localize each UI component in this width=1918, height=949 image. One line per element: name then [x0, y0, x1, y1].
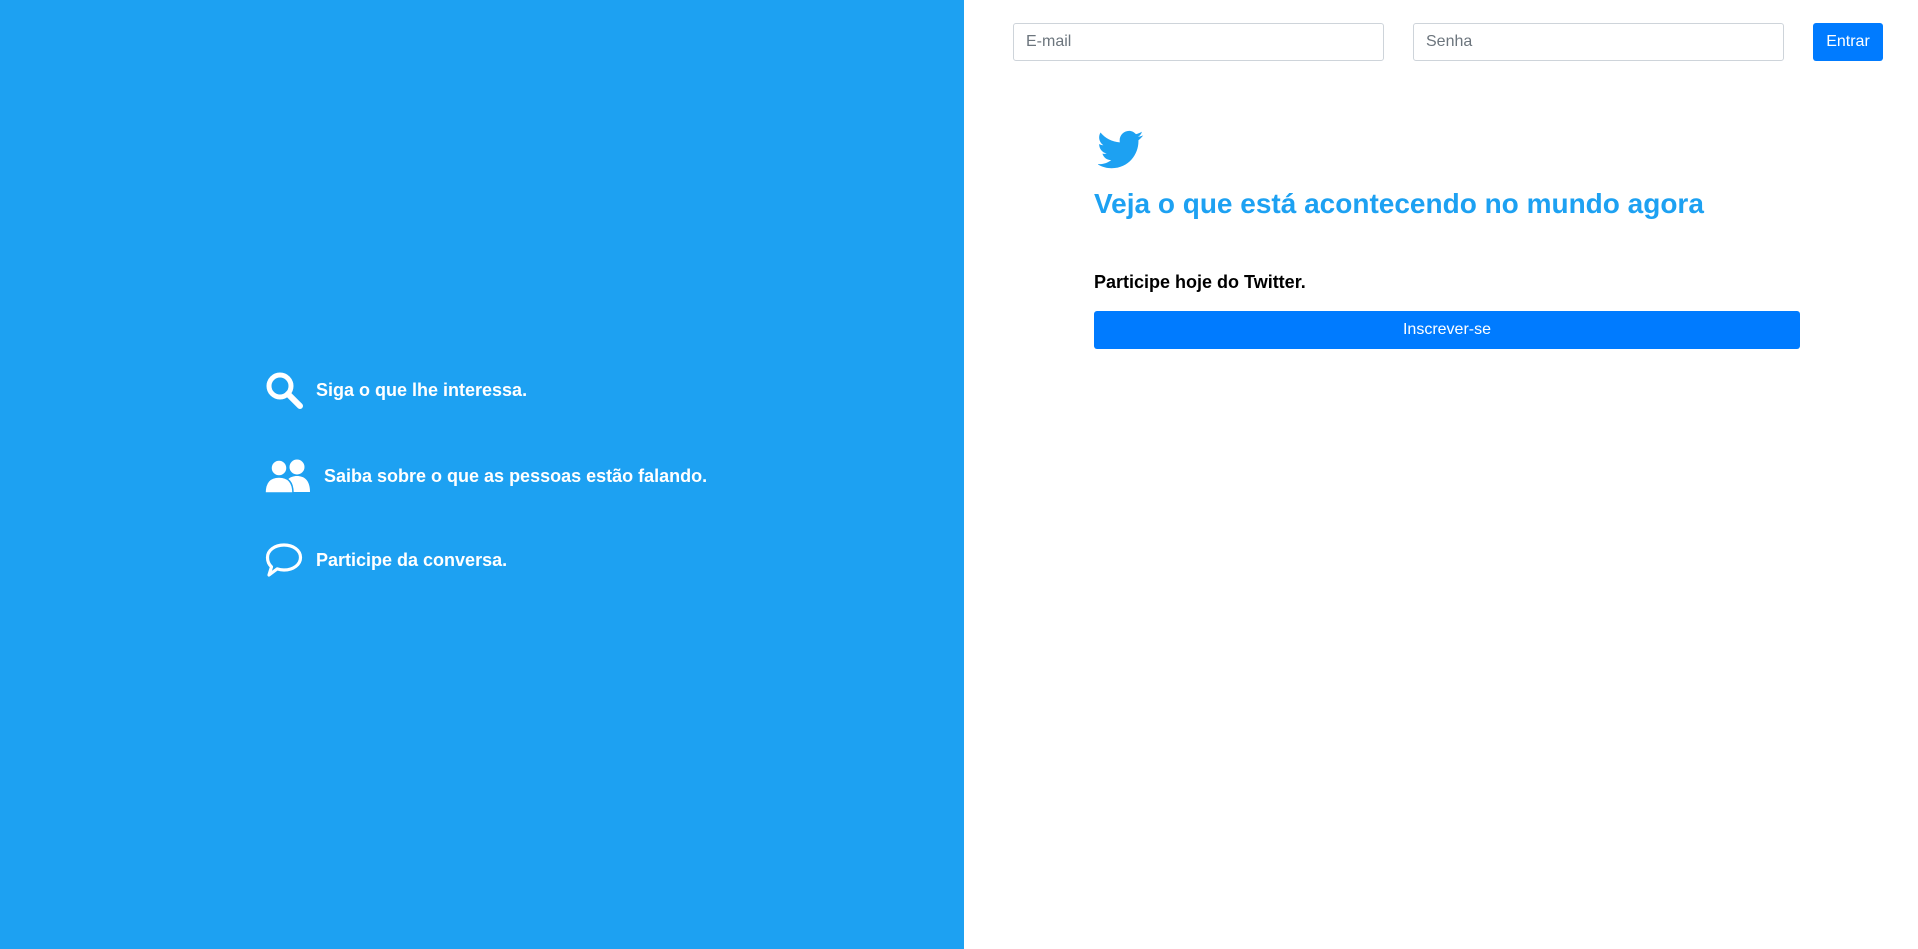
feature-discover-text: Saiba sobre o que as pessoas estão falan… [324, 465, 708, 486]
features-panel: Siga o que lhe interessa. Saiba sobre o … [0, 0, 964, 949]
chat-bubble-icon [264, 540, 304, 580]
password-field[interactable] [1413, 23, 1784, 61]
join-prompt: Participe hoje do Twitter. [1094, 272, 1306, 292]
feature-follow: Siga o que lhe interessa. [264, 370, 527, 410]
people-icon [264, 456, 312, 496]
signup-button[interactable]: Inscrever-se [1094, 311, 1800, 349]
feature-conversation-text: Participe da conversa. [316, 549, 508, 570]
search-icon [264, 370, 304, 410]
page-title: Veja o que está acontecendo no mundo ago… [1094, 188, 1704, 219]
feature-discover: Saiba sobre o que as pessoas estão falan… [264, 456, 707, 496]
twitter-bird-icon [1097, 130, 1144, 170]
main-panel: Entrar Veja o que está acontecendo no mu… [964, 0, 1918, 949]
feature-follow-text: Siga o que lhe interessa. [316, 379, 528, 400]
page: Siga o que lhe interessa. Saiba sobre o … [0, 0, 1918, 949]
feature-conversation: Participe da conversa. [264, 540, 507, 580]
login-button[interactable]: Entrar [1813, 23, 1883, 61]
email-field[interactable] [1013, 23, 1384, 61]
